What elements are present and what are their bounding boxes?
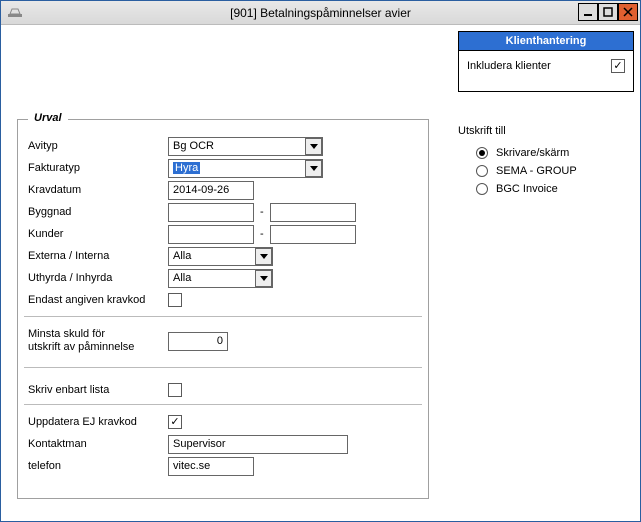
divider — [24, 316, 422, 317]
radio-icon — [476, 165, 488, 177]
minimize-button[interactable] — [578, 3, 598, 21]
radio-label: Skrivare/skärm — [496, 147, 569, 159]
app-icon — [7, 5, 23, 21]
fakturatyp-select[interactable]: Hyra — [168, 159, 323, 178]
chevron-down-icon[interactable] — [255, 248, 272, 265]
close-button[interactable] — [618, 3, 638, 21]
telefon-input[interactable]: vitec.se — [168, 457, 254, 476]
byggnad-label: Byggnad — [28, 206, 168, 218]
body: Klienthantering Inkludera klienter Utskr… — [1, 25, 640, 521]
urval-panel: Urval Avityp Bg OCR Fakturatyp Hyra Kra — [17, 119, 429, 499]
kunder-label: Kunder — [28, 228, 168, 240]
uthyrda-select[interactable]: Alla — [168, 269, 273, 288]
avityp-value: Bg OCR — [173, 140, 305, 152]
radio-icon — [476, 183, 488, 195]
window-title: [901] Betalningspåminnelser avier — [1, 6, 640, 20]
fakturatyp-value: Hyra — [173, 162, 305, 174]
kravdatum-label: Kravdatum — [28, 184, 168, 196]
klient-body: Inkludera klienter — [459, 51, 633, 91]
minsta-value: 0 — [217, 335, 223, 347]
radio-icon — [476, 147, 488, 159]
uthyrda-label: Uthyrda / Inhyrda — [28, 272, 168, 284]
divider — [24, 404, 422, 405]
radio-label: SEMA - GROUP — [496, 165, 577, 177]
uppdatera-checkbox[interactable] — [168, 415, 182, 429]
maximize-button[interactable] — [598, 3, 618, 21]
kontaktman-label: Kontaktman — [28, 438, 168, 450]
endast-checkbox[interactable] — [168, 293, 182, 307]
klient-panel: Klienthantering Inkludera klienter — [458, 31, 634, 92]
range-separator: - — [260, 228, 264, 240]
app-window: [901] Betalningspåminnelser avier Klient… — [0, 0, 641, 522]
kontaktman-value: Supervisor — [173, 438, 226, 450]
radio-label: BGC Invoice — [496, 183, 558, 195]
utskrift-group: Utskrift till Skrivare/skärm SEMA - GROU… — [458, 125, 626, 201]
byggnad-from-input[interactable] — [168, 203, 254, 222]
urval-legend: Urval — [28, 112, 68, 124]
endast-label: Endast angiven kravkod — [28, 294, 168, 306]
include-clients-label: Inkludera klienter — [467, 60, 551, 72]
fakturatyp-label: Fakturatyp — [28, 162, 168, 174]
range-separator: - — [260, 206, 264, 218]
telefon-label: telefon — [28, 460, 168, 472]
radio-sema[interactable]: SEMA - GROUP — [476, 165, 626, 177]
ext-int-label: Externa / Interna — [28, 250, 168, 262]
titlebar: [901] Betalningspåminnelser avier — [1, 1, 640, 25]
radio-bgc[interactable]: BGC Invoice — [476, 183, 626, 195]
klient-header: Klienthantering — [459, 32, 633, 51]
skriv-lista-label: Skriv enbart lista — [28, 384, 168, 396]
minsta-label: Minsta skuld för utskrift av påminnelse — [28, 328, 168, 354]
kunder-to-input[interactable] — [270, 225, 356, 244]
avityp-label: Avityp — [28, 140, 168, 152]
kravdatum-value: 2014-09-26 — [173, 184, 229, 196]
window-buttons — [578, 3, 638, 21]
ext-int-select[interactable]: Alla — [168, 247, 273, 266]
kontaktman-input[interactable]: Supervisor — [168, 435, 348, 454]
chevron-down-icon[interactable] — [305, 138, 322, 155]
divider — [24, 367, 422, 368]
minsta-input[interactable]: 0 — [168, 332, 228, 351]
kunder-from-input[interactable] — [168, 225, 254, 244]
uppdatera-label: Uppdatera EJ kravkod — [28, 416, 168, 428]
include-clients-checkbox[interactable] — [611, 59, 625, 73]
uthyrda-value: Alla — [173, 272, 255, 284]
ext-int-value: Alla — [173, 250, 255, 262]
kravdatum-input[interactable]: 2014-09-26 — [168, 181, 254, 200]
utskrift-title: Utskrift till — [458, 125, 626, 137]
skriv-lista-checkbox[interactable] — [168, 383, 182, 397]
chevron-down-icon[interactable] — [255, 270, 272, 287]
radio-skrivare[interactable]: Skrivare/skärm — [476, 147, 626, 159]
avityp-select[interactable]: Bg OCR — [168, 137, 323, 156]
telefon-value: vitec.se — [173, 460, 210, 472]
chevron-down-icon[interactable] — [305, 160, 322, 177]
byggnad-to-input[interactable] — [270, 203, 356, 222]
